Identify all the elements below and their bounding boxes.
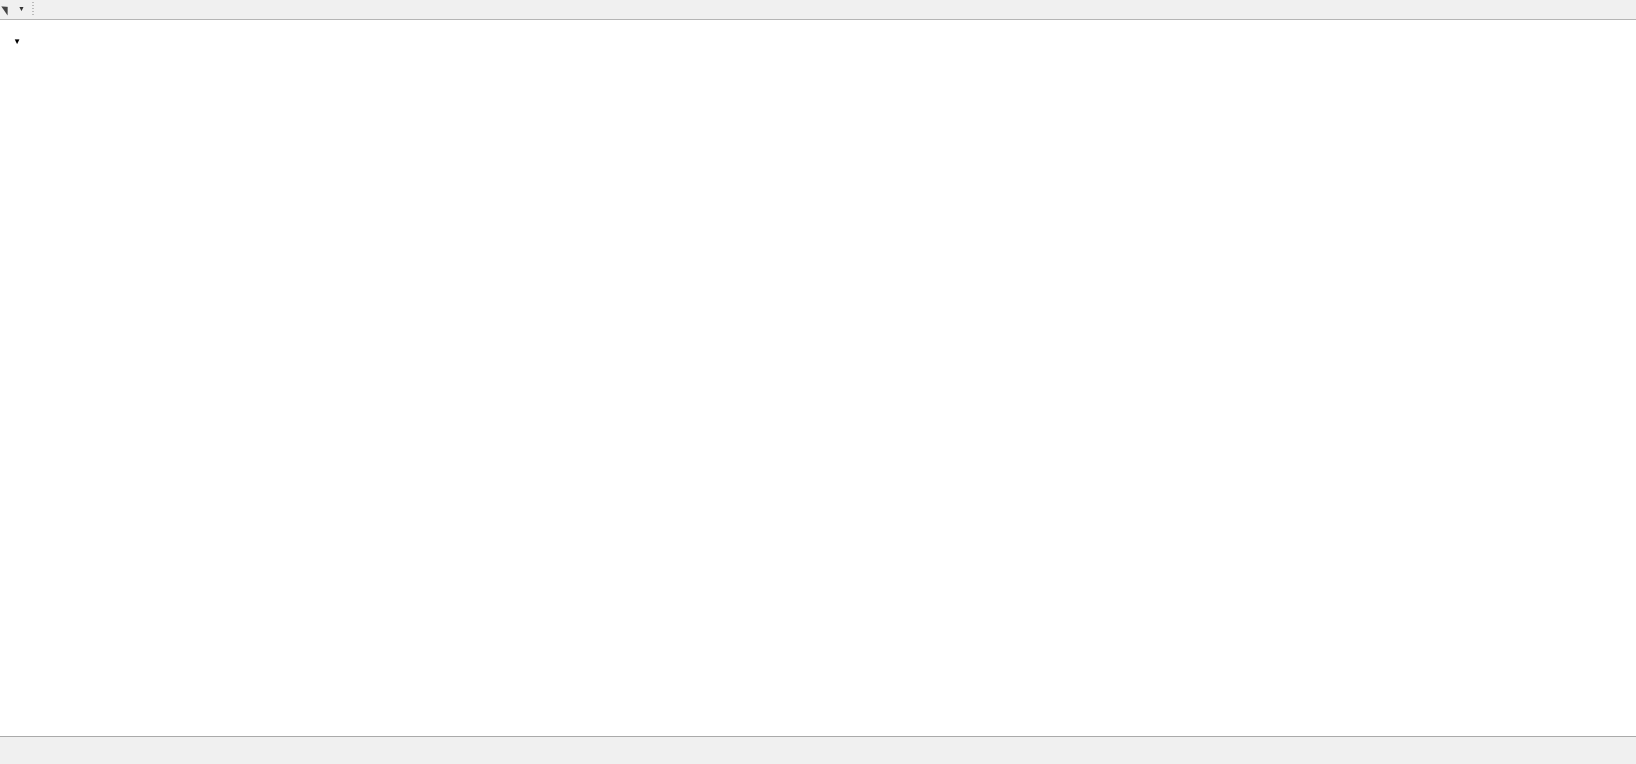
mt4-window: { "toolbar": { "cursor_icon": "cursor-to… xyxy=(0,0,1636,764)
chart-canvas[interactable] xyxy=(0,0,1636,764)
chart-ohlc-header: ▼ xyxy=(7,24,41,48)
chart-symbol-dropdown-icon[interactable]: ▼ xyxy=(13,37,21,46)
